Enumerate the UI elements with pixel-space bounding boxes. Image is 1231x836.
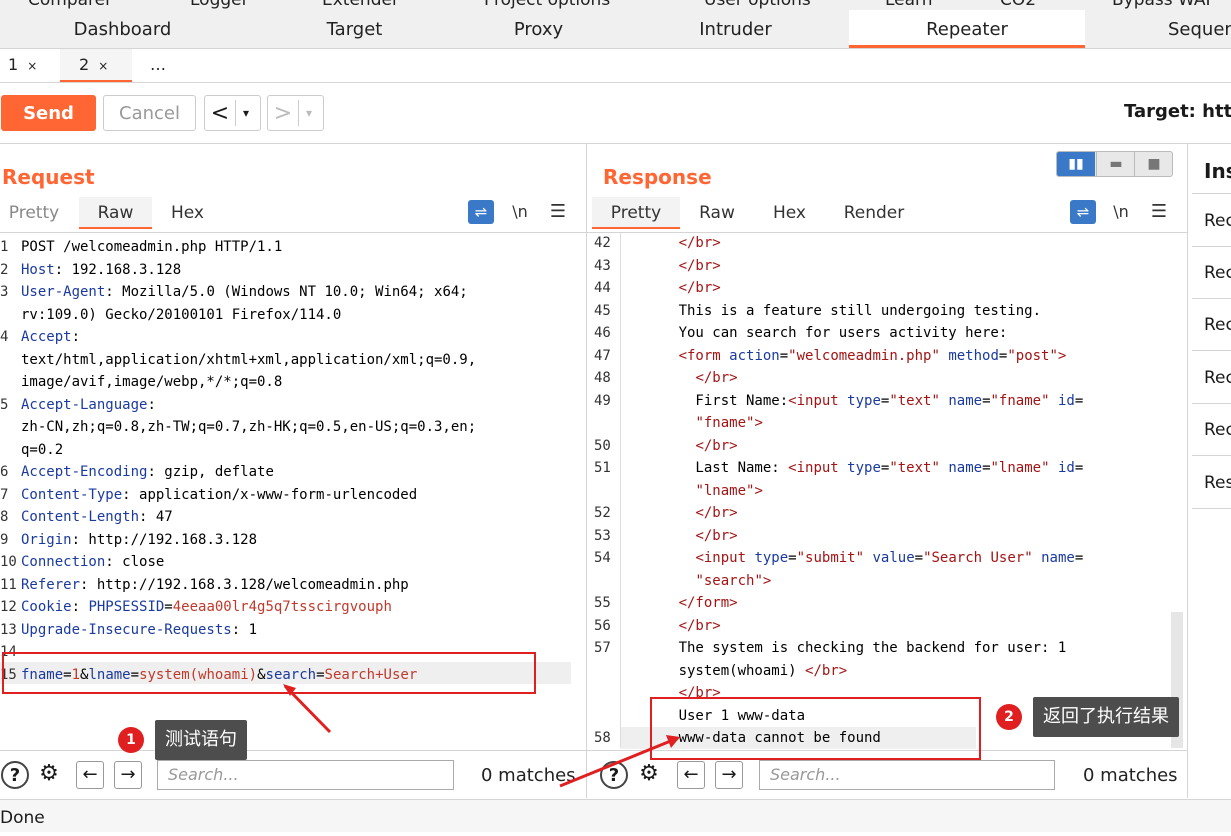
annotation-label-2: 返回了执行结果 xyxy=(1033,697,1179,737)
annotation-badge-1: 1 xyxy=(118,727,144,753)
annotation-arrow-2 xyxy=(559,736,679,788)
annotation-label-1: 测试语句 xyxy=(155,720,247,760)
annotation-badge-2: 2 xyxy=(996,704,1022,730)
